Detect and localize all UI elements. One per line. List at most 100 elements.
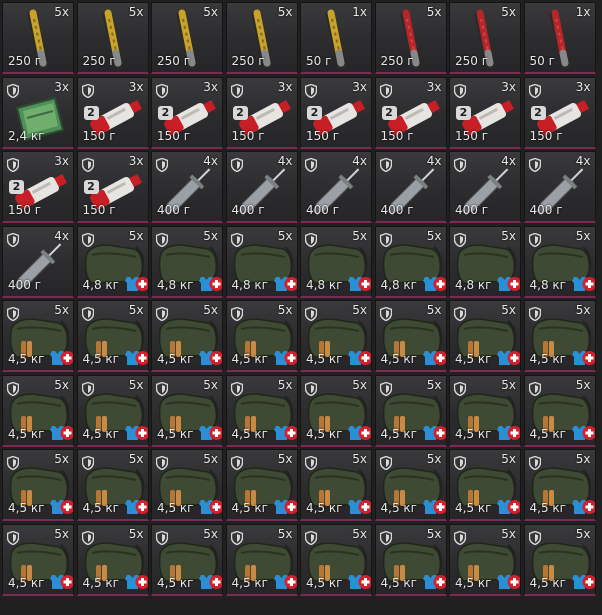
inventory-slot-ammo-bag[interactable]: 5x 4,5 кг [2,374,74,447]
inventory-slot-ointment-tube[interactable]: 2 3x 150 г [225,76,298,149]
inventory-slot-ammo-bag[interactable]: 5x 4,5 кг [523,449,596,521]
inventory-slot-map-pack[interactable]: 3x 2,4 кг [2,76,74,149]
inventory-slot-ointment-tube[interactable]: 2 3x 150 г [374,76,447,149]
inventory-slot-syringe[interactable]: 4x 400 г [300,151,372,223]
medkit-icon [581,424,595,441]
stack-count: 5x [203,303,218,317]
item-weight: 4,8 кг [231,277,268,292]
inventory-slot-supply-bag[interactable]: 5x 4,8 кг [300,225,372,298]
shield-icon [453,530,467,545]
inventory-slot-ammo-bag[interactable]: 5x 4,5 кг [2,449,74,521]
inventory-slot-ammo-bag[interactable]: 5x 4,5 кг [523,523,596,596]
shield-icon [379,157,392,173]
inventory-slot-ammo-bag[interactable]: 5x 4,5 кг [2,300,74,372]
inventory-slot-ammo-bag[interactable]: 5x 4,5 кг [449,374,521,447]
inventory-slot-supply-bag[interactable]: 5x 4,8 кг [374,225,447,298]
inventory-slot-ammo-bag[interactable]: 5x 4,5 кг [151,374,223,447]
inventory-slot-flare[interactable]: 5x 250 г [151,2,223,74]
inventory-slot-supply-bag[interactable]: 5x 4,8 кг [151,225,223,298]
inventory-slot-ammo-bag[interactable]: 5x 4,5 кг [225,449,298,521]
tier-badge: 2 [158,105,173,120]
inventory-slot-flare[interactable]: 5x 250 г [374,2,447,74]
inventory-slot-syringe[interactable]: 4x 400 г [225,151,298,223]
inventory-slot-ammo-bag[interactable]: 5x 4,5 кг [374,523,447,596]
inventory-slot-ammo-bag[interactable]: 5x 4,5 кг [449,300,521,372]
inventory-slot-ointment-tube[interactable]: 2 3x 150 г [300,76,372,149]
inventory-slot-ammo-bag[interactable]: 5x 4,5 кг [300,300,372,372]
inventory-slot-supply-bag[interactable]: 5x 4,8 кг [523,225,596,298]
inventory-slot-ammo-bag[interactable]: 5x 4,5 кг [76,523,149,596]
item-weight: 4,5 кг [8,501,45,515]
medkit-icon [208,424,222,441]
inventory-slot-ammo-bag[interactable]: 5x 4,5 кг [374,374,447,447]
shield-icon [6,381,20,396]
item-weight: 4,5 кг [231,426,268,441]
stack-count: 5x [54,5,69,19]
inventory-slot-syringe[interactable]: 4x 400 г [374,151,447,223]
inventory-slot-ammo-bag[interactable]: 5x 4,5 кг [449,449,521,521]
shield-icon [304,306,318,322]
stack-count: 5x [575,526,591,541]
medkit-icon [357,349,371,366]
medkit-icon [134,275,148,292]
inventory-slot-ammo-bag[interactable]: 5x 4,5 кг [300,374,372,447]
item-weight: 4,5 кг [455,575,492,590]
inventory-slot-flare[interactable]: 5x 250 г [2,2,74,74]
medkit-icon [581,349,595,366]
inventory-slot-supply-bag[interactable]: 5x 4,8 кг [76,225,149,298]
inventory-slot-ammo-bag[interactable]: 5x 4,5 кг [76,374,149,447]
inventory-slot-ammo-bag[interactable]: 5x 4,5 кг [225,523,298,596]
inventory-slot-flare[interactable]: 5x 250 г [225,2,298,74]
shield-icon [230,232,243,247]
inventory-slot-flare[interactable]: 1x 50 г [523,2,596,74]
shield-icon [379,455,392,471]
inventory-slot-ammo-bag[interactable]: 5x 4,5 кг [374,449,447,521]
stack-count: 5x [426,452,442,466]
medkit-icon [134,498,148,515]
item-weight: 4,5 кг [82,575,119,590]
tier-badge: 2 [307,105,322,120]
inventory-slot-ammo-bag[interactable]: 5x 4,5 кг [76,300,149,372]
inventory-slot-syringe[interactable]: 4x 400 г [449,151,521,223]
medkit-icon [208,275,222,292]
inventory-slot-ammo-bag[interactable]: 5x 4,5 кг [523,300,596,372]
inventory-slot-ammo-bag[interactable]: 5x 4,5 кг [151,449,223,521]
medkit-icon [357,498,371,515]
inventory-slot-ammo-bag[interactable]: 5x 4,5 кг [151,300,223,372]
inventory-slot-ammo-bag[interactable]: 5x 4,5 кг [300,523,372,596]
inventory-slot-ammo-bag[interactable]: 5x 4,5 кг [300,449,372,521]
inventory-slot-flare[interactable]: 5x 250 г [76,2,149,74]
medkit-icon [432,349,446,366]
inventory-slot-syringe[interactable]: 4x 400 г [2,225,74,298]
item-weight: 4,5 кг [380,575,417,590]
inventory-slot-flare[interactable]: 1x 50 г [300,2,372,74]
item-weight: 4,8 кг [455,277,492,292]
inventory-slot-supply-bag[interactable]: 5x 4,8 кг [449,225,521,298]
inventory-slot-ammo-bag[interactable]: 5x 4,5 кг [449,523,521,596]
stack-count: 3x [501,79,516,94]
medkit-icon [432,498,446,515]
inventory-slot-ammo-bag[interactable]: 5x 4,5 кг [523,374,596,447]
inventory-slot-ammo-bag[interactable]: 5x 4,5 кг [225,300,298,372]
inventory-slot-ointment-tube[interactable]: 2 3x 150 г [523,76,596,149]
shield-icon [155,232,169,247]
inventory-slot-supply-bag[interactable]: 5x 4,8 кг [225,225,298,298]
inventory-slot-ammo-bag[interactable]: 5x 4,5 кг [225,374,298,447]
item-weight: 400 г [231,203,265,217]
inventory-slot-ointment-tube[interactable]: 2 3x 150 г [2,151,74,223]
inventory-slot-syringe[interactable]: 4x 400 г [523,151,596,223]
inventory-slot-ointment-tube[interactable]: 2 3x 150 г [449,76,521,149]
inventory-slot-ointment-tube[interactable]: 2 3x 150 г [76,151,149,223]
inventory-slot-ammo-bag[interactable]: 5x 4,5 кг [374,300,447,372]
inventory-slot-ammo-bag[interactable]: 5x 4,5 кг [151,523,223,596]
inventory-slot-syringe[interactable]: 4x 400 г [151,151,223,223]
inventory-slot-flare[interactable]: 5x 250 г [449,2,521,74]
inventory-slot-ammo-bag[interactable]: 5x 4,5 кг [2,523,74,596]
inventory-slot-ointment-tube[interactable]: 2 3x 150 г [151,76,223,149]
inventory-slot-ointment-tube[interactable]: 2 3x 150 г [76,76,149,149]
stack-count: 4x [277,154,293,168]
inventory-slot-ammo-bag[interactable]: 5x 4,5 кг [76,449,149,521]
stack-count: 3x [277,79,293,94]
item-weight: 4,5 кг [157,575,194,590]
tier-badge: 2 [530,105,546,120]
